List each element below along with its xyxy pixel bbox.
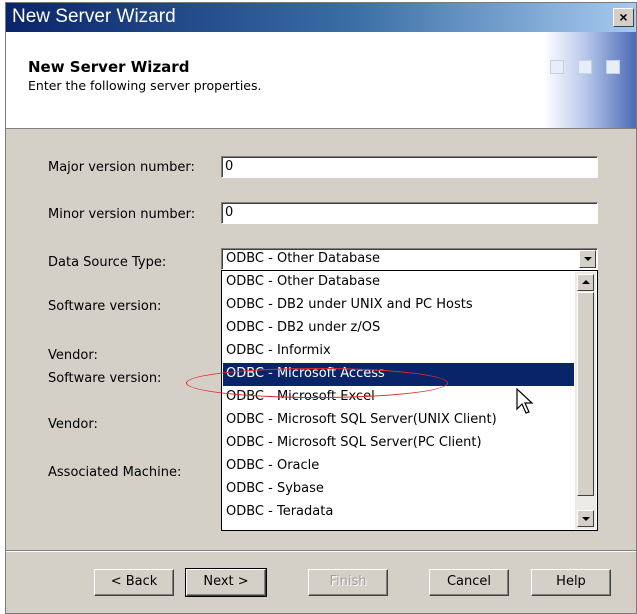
dropdown-option[interactable]: ODBC - DB2 under z/OS — [223, 317, 574, 340]
dropdown-scrollbar[interactable] — [575, 272, 596, 529]
vendor-label: Vendor: — [48, 348, 98, 363]
mouse-pointer-icon — [516, 388, 534, 414]
dropdown-option[interactable]: ODBC - Oracle — [223, 455, 574, 478]
data-source-type-value: ODBC - Other Database — [226, 251, 381, 266]
annotation-highlight — [186, 368, 448, 398]
data-source-type-label: Data Source Type: — [48, 255, 167, 270]
scroll-down-icon — [582, 517, 590, 521]
cancel-button[interactable]: Cancel — [429, 569, 509, 596]
decor-square — [578, 60, 592, 74]
dropdown-option[interactable]: ODBC - Other Database — [223, 271, 574, 294]
close-icon: × — [619, 9, 628, 25]
wizard-dialog: New Server Wizard × New Server Wizard En… — [5, 2, 637, 614]
close-button[interactable]: × — [613, 8, 634, 27]
decor-square — [606, 60, 620, 74]
finish-button: Finish — [308, 569, 388, 596]
back-button[interactable]: < Back — [94, 569, 174, 596]
title-bar: New Server Wizard × — [6, 3, 636, 32]
major-version-input[interactable]: 0 — [221, 156, 598, 178]
decor-square — [550, 60, 564, 74]
dropdown-option[interactable]: ODBC - Teradata — [223, 501, 574, 524]
dropdown-button[interactable] — [579, 250, 596, 268]
header-decoration — [544, 32, 636, 128]
footer-separator — [6, 550, 636, 552]
scrollbar-thumb[interactable] — [577, 292, 594, 496]
wizard-header: New Server Wizard Enter the following se… — [6, 32, 636, 129]
dropdown-option[interactable]: ODBC - Sybase — [223, 478, 574, 501]
scroll-down-button[interactable] — [577, 510, 594, 527]
vendor-label: Vendor: — [48, 417, 98, 432]
data-source-type-select[interactable]: ODBC - Other Database — [221, 248, 598, 270]
header-title: New Server Wizard — [28, 58, 190, 76]
associated-machine-label: Associated Machine: — [48, 465, 182, 480]
software-version-label: Software version: — [48, 299, 162, 314]
data-source-dropdown-list[interactable]: ODBC - Other Database ODBC - DB2 under U… — [221, 270, 598, 531]
window-title: New Server Wizard — [12, 6, 176, 27]
dropdown-option[interactable]: ODBC - Microsoft SQL Server(PC Client) — [223, 432, 574, 455]
dropdown-option[interactable]: ODBC - DB2 under UNIX and PC Hosts — [223, 294, 574, 317]
chevron-down-icon — [584, 257, 592, 261]
next-button[interactable]: Next > — [185, 568, 267, 597]
minor-version-label: Minor version number: — [48, 207, 196, 222]
minor-version-input[interactable]: 0 — [221, 202, 598, 224]
scroll-up-icon — [582, 280, 590, 284]
help-button[interactable]: Help — [531, 569, 611, 596]
dropdown-option[interactable]: ODBC - Informix — [223, 340, 574, 363]
header-subtitle: Enter the following server properties. — [28, 78, 262, 93]
major-version-label: Major version number: — [48, 160, 195, 175]
scroll-up-button[interactable] — [577, 274, 594, 291]
software-version-label: Software version: — [48, 371, 162, 386]
